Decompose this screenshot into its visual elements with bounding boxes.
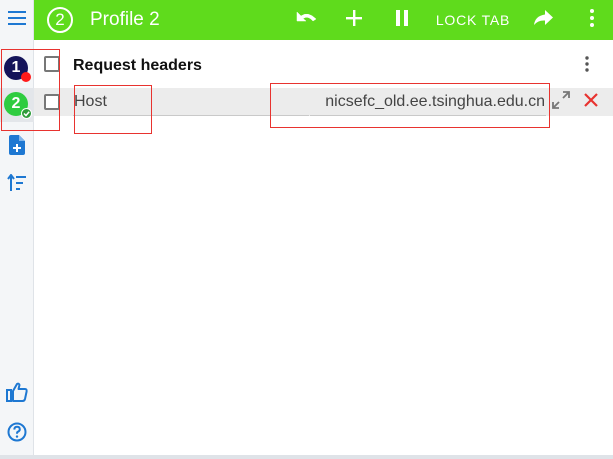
share-icon [533,9,553,31]
expand-button[interactable] [550,90,572,114]
profile-1-number: 1 [11,59,21,76]
close-icon [583,92,599,113]
profile-rail: 1 2 [0,0,34,456]
profile-2-number: 2 [11,95,21,112]
more-options-button[interactable] [582,8,602,32]
help-icon [7,422,27,447]
share-button[interactable] [530,8,556,32]
menu-icon [8,10,26,30]
menu-button[interactable] [0,0,34,40]
add-file-button[interactable] [5,134,29,160]
help-button[interactable] [5,422,29,446]
section-title: Request headers [73,57,202,74]
thumbs-up-icon [6,382,28,407]
header-enable-checkbox[interactable] [44,94,60,110]
undo-button[interactable] [294,8,320,32]
plus-icon [346,9,362,31]
more-vert-icon [590,8,594,32]
check-icon [21,108,32,119]
header-name-input[interactable] [73,88,309,116]
lock-tab-button[interactable]: LOCK TAB [434,8,512,32]
sort-icon [7,172,27,197]
feedback-button[interactable] [5,382,29,406]
request-headers-section: Request headers [34,52,613,80]
pause-icon [395,9,409,31]
pause-button[interactable] [390,8,414,32]
profile-title[interactable]: Profile 2 [90,9,160,31]
header-row [34,88,613,116]
profile-1-button[interactable]: 1 [3,54,31,82]
profile-2-button[interactable]: 2 [3,90,32,119]
select-all-checkbox[interactable] [44,56,60,72]
sort-button[interactable] [5,172,29,197]
expand-icon [552,90,570,114]
bottom-border [0,455,613,459]
more-vert-icon [585,55,589,77]
profile-number: 2 [55,10,65,29]
undo-icon [296,10,318,31]
delete-button[interactable] [580,90,602,114]
section-menu-button[interactable] [579,54,595,78]
profile-number-badge: 2 [47,7,73,33]
add-file-icon [9,134,25,160]
top-bar: 2 Profile 2 LOCK TAB [34,0,613,40]
header-value-input[interactable] [310,88,546,116]
add-button[interactable] [342,8,366,32]
status-dot-icon [21,72,31,82]
